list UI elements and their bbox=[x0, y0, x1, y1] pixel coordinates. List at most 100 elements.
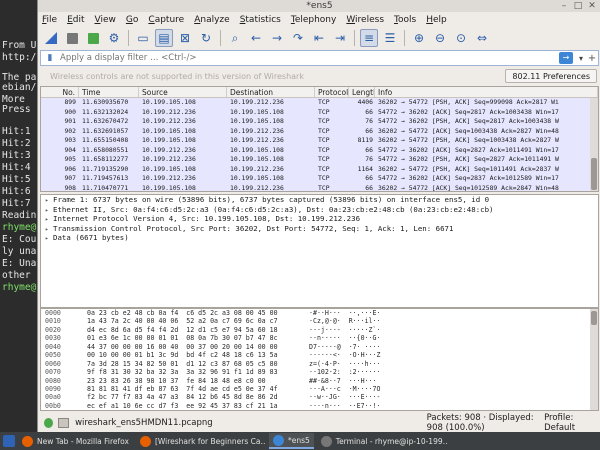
menu-file[interactable]: File bbox=[42, 15, 57, 25]
add-filter-button-icon[interactable]: + bbox=[586, 53, 598, 64]
forward-icon[interactable]: → bbox=[268, 29, 286, 47]
menu-edit[interactable]: Edit bbox=[67, 15, 84, 25]
wireless-preferences-button[interactable]: 802.11 Preferences bbox=[505, 69, 597, 83]
packet-row[interactable]: 903 11.655150408 10.199.105.108 10.199.212.… bbox=[41, 136, 598, 146]
menu-go[interactable]: Go bbox=[126, 15, 139, 25]
menu-help[interactable]: Help bbox=[426, 15, 447, 25]
close-file-icon[interactable]: ⊠ bbox=[176, 29, 194, 47]
bytes-row[interactable]: 0010 1a 43 7a 2c 40 00 40 06 52 a2 0a c7 … bbox=[41, 317, 598, 325]
menu-capture[interactable]: Capture bbox=[148, 15, 184, 25]
zoom-in-icon[interactable]: ⊕ bbox=[410, 29, 428, 47]
expert-info-icon[interactable] bbox=[44, 418, 54, 428]
bytes-row[interactable]: 0070 9f f8 31 30 32 ba 32 3a 3a 32 96 91 … bbox=[41, 368, 598, 376]
packet-cell-info: 36202 → 54772 [PSH, ACK] Seq=1011491 Ack… bbox=[378, 164, 559, 173]
apply-filter-icon[interactable]: → bbox=[559, 52, 573, 64]
app-icon bbox=[272, 434, 284, 446]
start-menu-icon[interactable] bbox=[3, 435, 15, 447]
options-icon[interactable]: ⚙ bbox=[105, 29, 123, 47]
packet-row[interactable]: 904 11.658080551 10.199.212.236 10.199.105.… bbox=[41, 145, 598, 155]
menu-tools[interactable]: Tools bbox=[394, 15, 416, 25]
column-header-length[interactable]: Length bbox=[349, 87, 375, 97]
menu-wireless[interactable]: Wireless bbox=[346, 15, 384, 25]
packet-bytes-scroll-thumb[interactable] bbox=[591, 311, 597, 325]
column-header-destination[interactable]: Destination bbox=[227, 87, 315, 97]
display-filter-input[interactable] bbox=[60, 53, 559, 63]
bytes-hex: f2 bc 77 f7 83 4a 47 a3 84 12 b6 45 8d 8… bbox=[87, 393, 278, 402]
bytes-row[interactable]: 00c0b2 3e be 7d ef 8d 56 e3 96 d9 d6 8c … bbox=[41, 410, 598, 411]
expand-arrow-icon[interactable]: ▸ bbox=[45, 234, 53, 244]
bytes-row[interactable]: 00b0 ec ef a1 10 6e cc d7 f3 ee 92 45 37 … bbox=[41, 402, 598, 410]
packet-cell-dst: 10.199.212.236 bbox=[230, 126, 284, 135]
colorize-icon[interactable]: ☰ bbox=[381, 29, 399, 47]
detail-row[interactable]: ▸ Internet Protocol Version 4, Src: 10.19… bbox=[41, 214, 598, 224]
normal-size-icon[interactable]: ⊙ bbox=[452, 29, 470, 47]
go-to-packet-icon[interactable]: ↷ bbox=[289, 29, 307, 47]
title-bar[interactable]: *ens5 – □ ✕ bbox=[38, 0, 600, 12]
packet-row[interactable]: 906 11.719135290 10.199.105.108 10.199.212.… bbox=[41, 164, 598, 174]
detail-row[interactable]: ▸ Ethernet II, Src: 0a:f4:c6:d5:2c:a3 (0a… bbox=[41, 205, 598, 215]
bytes-row[interactable]: 0050 00 10 00 00 01 b1 3c 9d bd 4f c2 48 … bbox=[41, 351, 598, 359]
first-packet-icon[interactable]: ⇤ bbox=[310, 29, 328, 47]
open-file-icon[interactable]: ▭ bbox=[134, 29, 152, 47]
column-header-no[interactable]: No. bbox=[41, 87, 79, 97]
resize-columns-icon[interactable]: ⇔ bbox=[473, 29, 491, 47]
stop-icon[interactable] bbox=[63, 29, 81, 47]
reload-icon[interactable]: ↻ bbox=[197, 29, 215, 47]
detail-row[interactable]: ▸ Frame 1: 6737 bytes on wire (53896 bits… bbox=[41, 195, 598, 205]
back-icon[interactable]: ← bbox=[247, 29, 265, 47]
taskbar-item[interactable]: Terminal - rhyme@ip-10-199… bbox=[317, 433, 447, 449]
packet-row[interactable]: 905 11.658112277 10.199.212.236 10.199.105.… bbox=[41, 155, 598, 165]
bytes-row[interactable]: 0000 0a 23 cb e2 48 cb 0a f4 c6 d5 2c a3 … bbox=[41, 309, 598, 317]
packet-cell-time: 11.632132024 bbox=[82, 107, 129, 116]
packet-row[interactable]: 901 11.632670472 10.199.212.236 10.199.105.… bbox=[41, 117, 598, 127]
profile-selector[interactable]: Profile: Default bbox=[544, 413, 600, 433]
column-header-source[interactable]: Source bbox=[139, 87, 227, 97]
packet-row[interactable]: 902 11.632691057 10.199.105.108 10.199.212.… bbox=[41, 126, 598, 136]
column-header-protocol[interactable]: Protocol bbox=[315, 87, 349, 97]
bytes-row[interactable]: 0030 01 e3 6e 1c 00 00 01 01 08 0a 7b 30 … bbox=[41, 334, 598, 342]
find-icon[interactable]: ⌕ bbox=[226, 29, 244, 47]
filter-history-dropdown-icon[interactable]: ▾ bbox=[576, 54, 586, 63]
terminal-line: Readin bbox=[2, 210, 37, 221]
bookmark-icon[interactable]: ▮ bbox=[44, 52, 56, 64]
packet-list-scrollbar[interactable] bbox=[590, 98, 598, 191]
bytes-row[interactable]: 0020 d4 ec 8d 6a d5 f4 f4 2d 12 d1 c5 e7 … bbox=[41, 326, 598, 334]
packet-row[interactable]: 899 11.630935670 10.199.105.108 10.199.212.… bbox=[41, 98, 598, 108]
minimize-icon[interactable]: – bbox=[559, 1, 569, 11]
background-terminal[interactable]: From Ub http:/The pac ebian/ More Press Hi… bbox=[0, 0, 40, 432]
zoom-out-icon[interactable]: ⊖ bbox=[431, 29, 449, 47]
menu-view[interactable]: View bbox=[95, 15, 116, 25]
bytes-row[interactable]: 00a0 f2 bc 77 f7 83 4a 47 a3 84 12 b6 45 … bbox=[41, 393, 598, 401]
menu-statistics[interactable]: Statistics bbox=[240, 15, 281, 25]
taskbar-item[interactable]: [Wireshark for Beginners Ca… bbox=[136, 433, 266, 449]
bytes-row[interactable]: 0080 23 23 83 26 38 98 10 37 fe 84 18 48 … bbox=[41, 377, 598, 385]
detail-row[interactable]: ▸ Transmission Control Protocol, Src Port… bbox=[41, 224, 598, 234]
bytes-offset: 00c0 bbox=[41, 410, 79, 411]
packet-row[interactable]: 900 11.632132024 10.199.212.236 10.199.105.… bbox=[41, 107, 598, 117]
capture-comment-icon[interactable] bbox=[58, 418, 70, 428]
packet-list-scroll-thumb[interactable] bbox=[591, 158, 597, 190]
packet-cell-dst: 10.199.105.108 bbox=[230, 117, 284, 125]
shark-fin-icon[interactable] bbox=[42, 29, 60, 47]
autoscroll-icon[interactable]: ≡ bbox=[360, 29, 378, 47]
maximize-icon[interactable]: □ bbox=[573, 1, 583, 11]
packet-bytes-scrollbar[interactable] bbox=[590, 309, 598, 410]
menu-analyze[interactable]: Analyze bbox=[194, 15, 229, 25]
packet-row[interactable]: 907 11.719457613 10.199.212.236 10.199.105.… bbox=[41, 174, 598, 184]
packet-cell-info: 54772 → 36202 [ACK] Seq=2827 Ack=1011491… bbox=[378, 145, 559, 154]
detail-row[interactable]: ▸ Data (6671 bytes) bbox=[41, 233, 598, 243]
bytes-row[interactable]: 0090 81 81 81 41 df eb 87 63 7f 4d ae cd … bbox=[41, 385, 598, 393]
taskbar-item[interactable]: *ens5 bbox=[268, 433, 314, 449]
bytes-row[interactable]: 0060 7a 3d 28 15 34 82 50 01 d1 12 c3 87 … bbox=[41, 360, 598, 368]
column-header-time[interactable]: Time bbox=[79, 87, 139, 97]
menu-bar: File Edit View Go Capture Analyze Statistics Te… bbox=[38, 12, 600, 27]
close-icon[interactable]: ✕ bbox=[587, 1, 597, 11]
restart-icon[interactable] bbox=[84, 29, 102, 47]
menu-telephony[interactable]: Telephony bbox=[291, 15, 337, 25]
column-header-info[interactable]: Info bbox=[375, 87, 598, 97]
save-file-icon[interactable]: ▤ bbox=[155, 29, 173, 47]
packet-row[interactable]: 908 11.710470771 10.199.105.108 10.199.212.… bbox=[41, 183, 598, 191]
last-packet-icon[interactable]: ⇥ bbox=[331, 29, 349, 47]
bytes-row[interactable]: 0040 44 37 00 00 00 16 00 40 00 37 00 20 … bbox=[41, 343, 598, 351]
taskbar-item[interactable]: New Tab - Mozilla Firefox bbox=[18, 433, 133, 449]
